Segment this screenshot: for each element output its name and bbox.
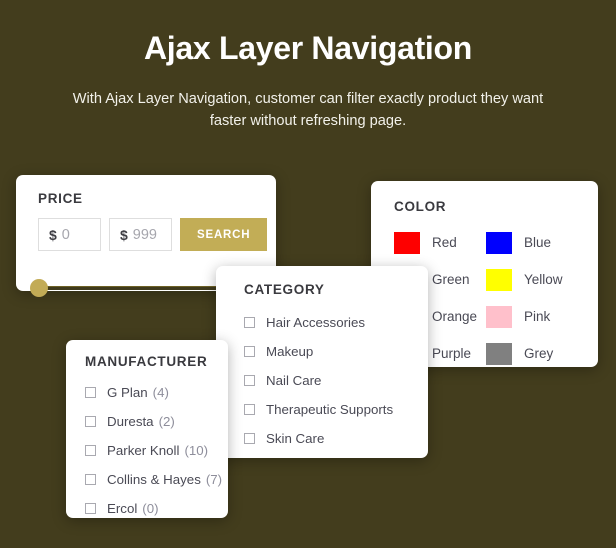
manufacturer-item[interactable]: Parker Knoll (10) [85, 436, 285, 465]
manufacturer-item-label: Collins & Hayes [107, 472, 201, 487]
color-option-grey[interactable]: Grey [486, 335, 582, 372]
price-controls-row: $ 0 $ 999 SEARCH [38, 218, 268, 251]
manufacturer-item[interactable]: Collins & Hayes (7) [85, 465, 285, 494]
color-option-label: Pink [524, 309, 551, 324]
price-panel-title: PRICE [38, 191, 83, 206]
color-option-blue[interactable]: Blue [486, 224, 582, 261]
manufacturer-item-label: Duresta [107, 414, 154, 429]
search-button[interactable]: SEARCH [180, 218, 268, 251]
currency-symbol-min: $ [49, 226, 57, 243]
manufacturer-item[interactable]: Ercol (0) [85, 494, 285, 523]
manufacturer-item-label: G Plan [107, 385, 148, 400]
price-min-input[interactable]: $ 0 [38, 218, 101, 251]
page-subtitle: With Ajax Layer Navigation, customer can… [72, 91, 544, 129]
color-swatch-icon [486, 231, 512, 254]
checkbox-icon[interactable] [85, 503, 96, 514]
color-swatch-icon [486, 268, 512, 291]
color-option-label: Blue [524, 235, 552, 250]
color-option-label: Grey [524, 346, 554, 361]
checkbox-icon[interactable] [85, 387, 96, 398]
color-option-label: Yellow [524, 272, 563, 287]
color-swatch-icon [394, 231, 420, 254]
manufacturer-item-label: Parker Knoll [107, 443, 180, 458]
price-slider-handle[interactable] [30, 279, 48, 297]
manufacturer-item-count: (0) [142, 501, 159, 516]
color-option-yellow[interactable]: Yellow [486, 261, 582, 298]
price-min-value: 0 [61, 226, 70, 243]
color-option-red[interactable]: Red [394, 224, 486, 261]
manufacturer-panel-title: MANUFACTURER [85, 354, 208, 369]
manufacturer-item-label: Ercol [107, 501, 138, 516]
manufacturer-item[interactable]: Duresta (2) [85, 407, 285, 436]
color-swatch-icon [486, 305, 512, 328]
checkbox-icon[interactable] [85, 445, 96, 456]
category-item[interactable]: Makeup [244, 337, 424, 366]
color-option-label: Purple [432, 346, 472, 361]
color-option-pink[interactable]: Pink [486, 298, 582, 335]
price-max-input[interactable]: $ 999 [109, 218, 172, 251]
color-option-label: Red [432, 235, 457, 250]
color-swatch-icon [486, 342, 512, 365]
color-option-label: Green [432, 272, 470, 287]
manufacturer-item-count: (2) [158, 414, 175, 429]
page-header: Ajax Layer Navigation With Ajax Layer Na… [0, 0, 616, 132]
manufacturer-item-count: (10) [184, 443, 209, 458]
manufacturer-item-count: (4) [152, 385, 169, 400]
price-max-value: 999 [132, 226, 157, 243]
checkbox-icon[interactable] [244, 317, 255, 328]
currency-symbol-max: $ [120, 226, 128, 243]
checkbox-icon[interactable] [85, 474, 96, 485]
checkbox-icon[interactable] [85, 416, 96, 427]
manufacturer-item[interactable]: G Plan (4) [85, 378, 285, 407]
manufacturer-filter-panel: MANUFACTURER G Plan (4) Duresta (2) Parker K… [66, 340, 228, 518]
page-title: Ajax Layer Navigation [143, 30, 473, 66]
category-item-label: Hair Accessories [266, 315, 366, 330]
color-panel-title: COLOR [394, 199, 447, 214]
category-item-label: Makeup [266, 344, 314, 359]
checkbox-icon[interactable] [244, 346, 255, 357]
category-item[interactable]: Hair Accessories [244, 308, 424, 337]
manufacturer-item-count: (7) [205, 472, 223, 487]
category-item-label: Therapeutic Supports [266, 402, 394, 417]
color-option-label: Orange [432, 309, 478, 324]
category-panel-title: CATEGORY [244, 282, 325, 297]
manufacturer-option-list: G Plan (4) Duresta (2) Parker Knoll (10) Colli… [85, 378, 285, 523]
